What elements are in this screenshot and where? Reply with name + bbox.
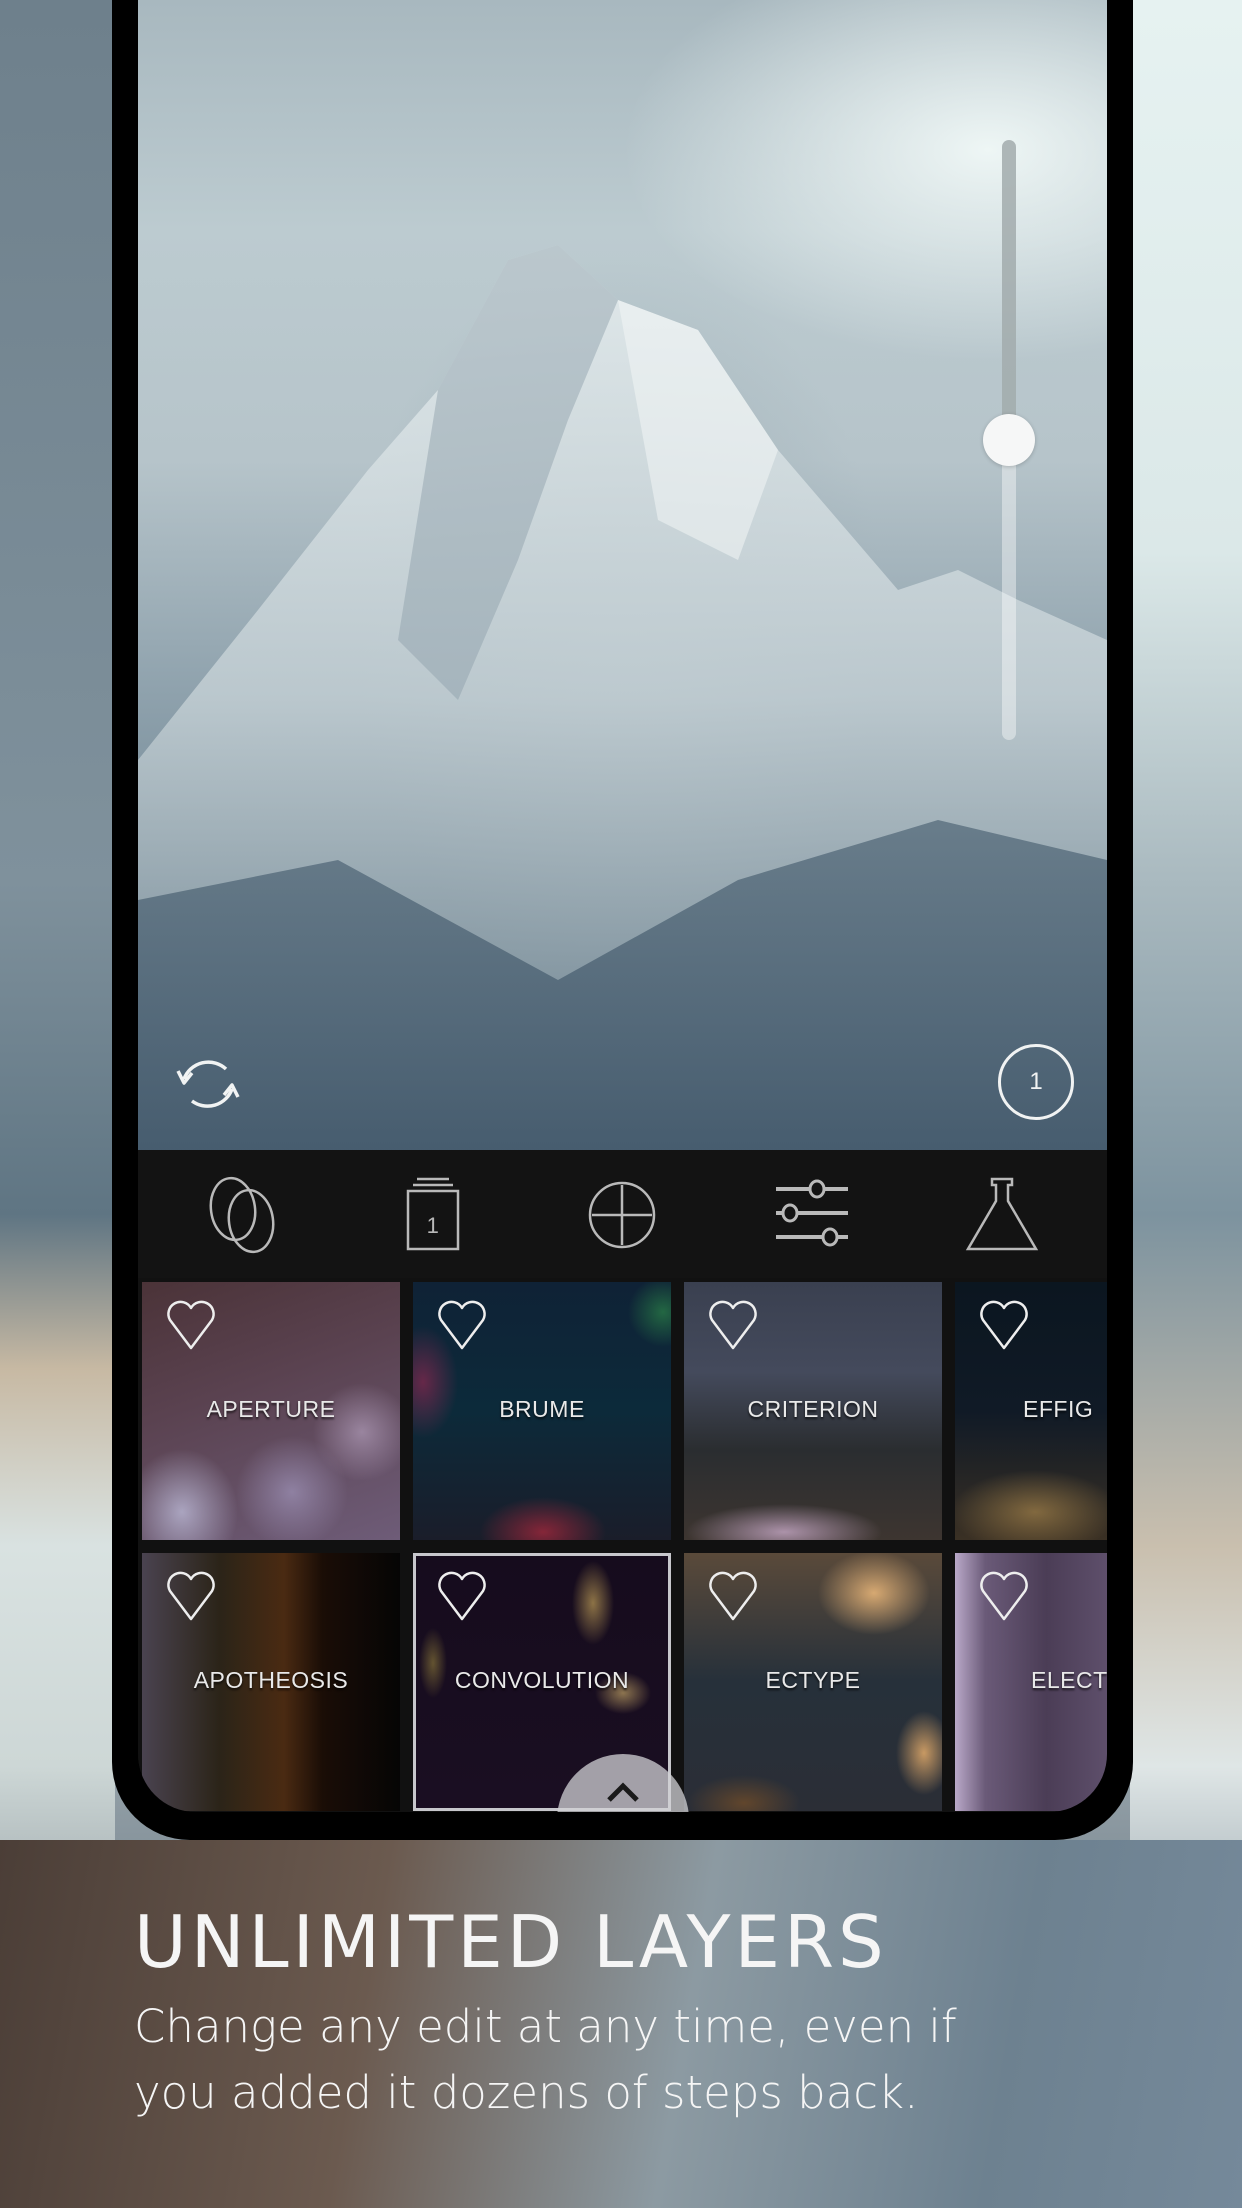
reset-button[interactable] xyxy=(168,1043,248,1123)
filter-label: ELECT xyxy=(1031,1667,1107,1693)
flask-icon xyxy=(965,1177,1039,1251)
filter-tile[interactable]: APERTURE xyxy=(142,1282,400,1540)
filter-label: CRITERION xyxy=(747,1396,879,1422)
blend-circles-icon xyxy=(209,1176,275,1254)
filter-label: BRUME xyxy=(499,1396,585,1422)
favorite-heart-icon[interactable] xyxy=(162,1296,220,1354)
photo-canvas[interactable]: 1 xyxy=(138,0,1107,1150)
favorite-heart-icon[interactable] xyxy=(433,1296,491,1354)
favorite-heart-icon[interactable] xyxy=(433,1567,491,1625)
mountain-photo xyxy=(138,245,1107,1150)
sliders-icon xyxy=(776,1179,849,1247)
app-screen: 1 1 APERTURE BRUME CRITERION EFFIG APOTH… xyxy=(138,0,1107,1812)
caption-body: Change any edit at any time, even if you… xyxy=(134,2000,957,2119)
reset-rotate-icon xyxy=(176,1060,240,1108)
slider-track-upper xyxy=(1002,140,1016,440)
filter-label: APOTHEOSIS xyxy=(193,1667,349,1693)
filter-label: ECTYPE xyxy=(765,1667,861,1693)
filter-tile[interactable]: BRUME xyxy=(413,1282,671,1540)
favorite-heart-icon[interactable] xyxy=(975,1296,1033,1354)
marketing-caption: UNLIMITED LAYERS Change any edit at any … xyxy=(134,1902,1134,2126)
filter-tile[interactable]: CRITERION xyxy=(684,1282,942,1540)
filter-tile[interactable]: ECTYPE xyxy=(684,1553,942,1811)
lab-tool-button[interactable] xyxy=(952,1169,1052,1259)
filter-label: APERTURE xyxy=(206,1396,336,1422)
chevron-up-icon xyxy=(607,1782,639,1802)
layer-count-button[interactable]: 1 xyxy=(998,1044,1074,1120)
slider-knob[interactable] xyxy=(983,414,1035,466)
layer-stack-count: 1 xyxy=(426,1213,439,1238)
blend-tool-button[interactable] xyxy=(193,1169,293,1259)
layers-tool-button[interactable]: 1 xyxy=(383,1169,483,1259)
caption-title: UNLIMITED LAYERS xyxy=(134,1900,888,1984)
add-tool-button[interactable] xyxy=(572,1169,672,1259)
add-circle-icon xyxy=(589,1181,656,1249)
favorite-heart-icon[interactable] xyxy=(704,1567,762,1625)
filter-label: EFFIG xyxy=(1023,1396,1094,1422)
filter-tile[interactable]: APOTHEOSIS xyxy=(142,1553,400,1811)
favorite-heart-icon[interactable] xyxy=(704,1296,762,1354)
filter-tile[interactable]: EFFIG xyxy=(955,1282,1107,1540)
phone-frame: 1 1 APERTURE BRUME CRITERION EFFIG APOTH… xyxy=(112,0,1133,1840)
favorite-heart-icon[interactable] xyxy=(162,1567,220,1625)
filter-grid: APERTURE BRUME CRITERION EFFIG APOTHEOSI… xyxy=(138,1278,1107,1812)
filter-label: CONVOLUTION xyxy=(454,1667,630,1693)
filter-tile[interactable]: ELECT xyxy=(955,1553,1107,1811)
adjust-tool-button[interactable] xyxy=(762,1169,862,1259)
toolbar: 1 xyxy=(138,1150,1107,1278)
favorite-heart-icon[interactable] xyxy=(975,1567,1033,1625)
